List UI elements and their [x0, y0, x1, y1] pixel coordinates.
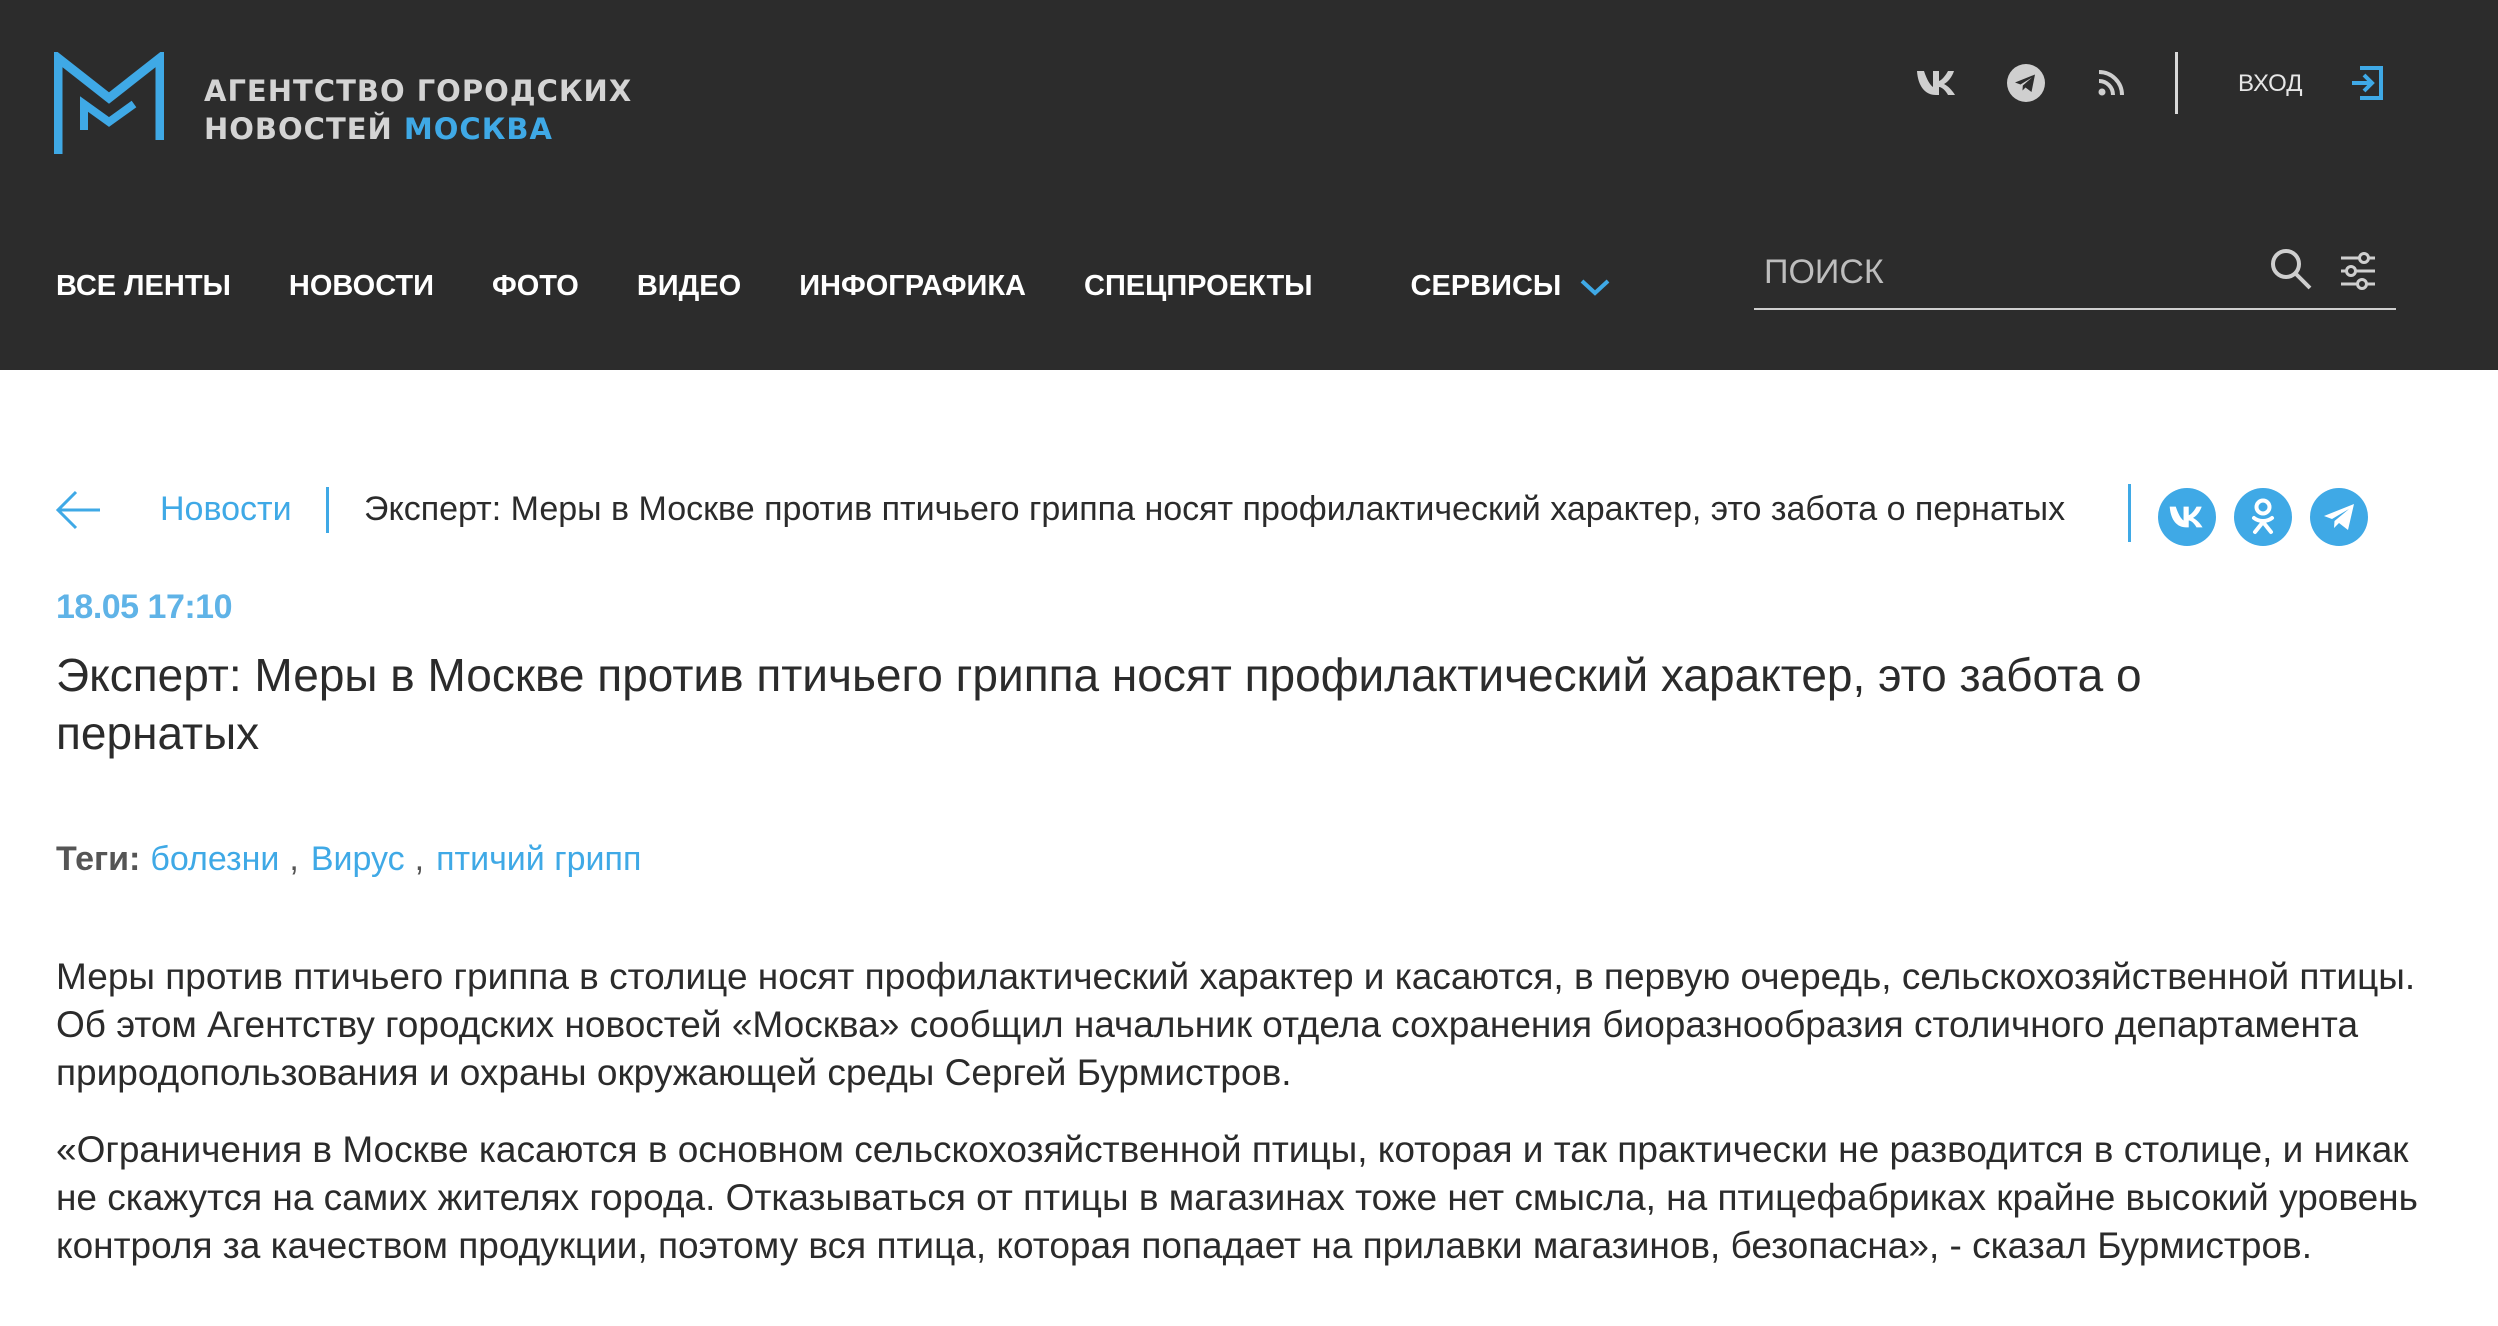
tag-separator: , [289, 840, 299, 878]
breadcrumb-divider [326, 487, 329, 533]
breadcrumb-current: Эксперт: Меры в Москве против птичьего г… [364, 490, 2066, 528]
header-telegram-link[interactable] [2004, 62, 2048, 104]
nav-news[interactable]: Новости [289, 270, 434, 303]
tag-separator: , [414, 840, 425, 878]
search-input[interactable] [1764, 246, 2244, 298]
login-link[interactable]: Вход [2238, 70, 2303, 98]
nav-services-label: Сервисы [1410, 270, 1562, 302]
brand-name[interactable]: Агентство городских новостей Москва [204, 72, 632, 148]
search-icon[interactable] [2268, 246, 2314, 292]
article-tags: Теги: болезни , Вирус , птичий грипп [56, 840, 641, 879]
login-icon[interactable] [2348, 64, 2386, 102]
filter-settings-icon[interactable] [2338, 250, 2378, 292]
article-paragraph: «Ограничения в Москве касаются в основно… [56, 1129, 2418, 1266]
vk-icon [1917, 71, 1955, 95]
nav-all-feeds[interactable]: Все ленты [56, 270, 231, 303]
brand-line-1: Агентство городских [204, 74, 633, 108]
nav-video[interactable]: Видео [637, 270, 741, 303]
brand-line-2-prefix: новостей [204, 112, 404, 146]
site-header: Агентство городских новостей Москва Вход… [0, 0, 2498, 370]
share-odnoklassniki-button[interactable] [2234, 488, 2292, 546]
breadcrumb-end-divider [2128, 484, 2131, 542]
breadcrumb-news-link[interactable]: Новости [160, 490, 292, 529]
tag-link[interactable]: птичий грипп [436, 840, 641, 879]
tag-link[interactable]: Вирус [311, 840, 405, 879]
nav-special-projects[interactable]: Спецпроекты [1084, 270, 1313, 303]
telegram-icon [2007, 64, 2045, 102]
header-vk-link[interactable] [1912, 62, 1962, 104]
brand-line-2: новостей Москва [204, 110, 632, 148]
header-rss-link[interactable] [2094, 62, 2128, 104]
vk-share-icon [2169, 506, 2203, 528]
article-title: Эксперт: Меры в Москве против птичьего г… [56, 649, 2142, 759]
brand-logo-icon[interactable] [54, 52, 164, 158]
article-paragraph: Меры против птичьего гриппа в столице но… [56, 956, 2416, 1093]
chevron-down-icon [1580, 279, 1610, 296]
header-divider [2175, 52, 2178, 114]
nav-infographics[interactable]: Инфографика [799, 270, 1026, 303]
search-bar [1754, 232, 2396, 310]
main-nav: Все ленты Новости Фото Видео Инфографика… [56, 270, 1611, 303]
brand-line-2-accent: Москва [403, 112, 553, 146]
tags-label: Теги: [56, 840, 141, 878]
nav-services-dropdown[interactable]: Сервисы [1411, 270, 1612, 303]
tag-link[interactable]: болезни [150, 840, 279, 879]
back-arrow-icon[interactable] [54, 488, 102, 532]
telegram-share-icon [2324, 504, 2354, 530]
share-vk-button[interactable] [2158, 488, 2216, 546]
share-telegram-button[interactable] [2310, 488, 2368, 546]
odnoklassniki-share-icon [2252, 498, 2274, 534]
rss-icon [2098, 70, 2124, 96]
article-date: 18.05 17:10 [56, 588, 233, 626]
nav-photo[interactable]: Фото [492, 270, 579, 303]
